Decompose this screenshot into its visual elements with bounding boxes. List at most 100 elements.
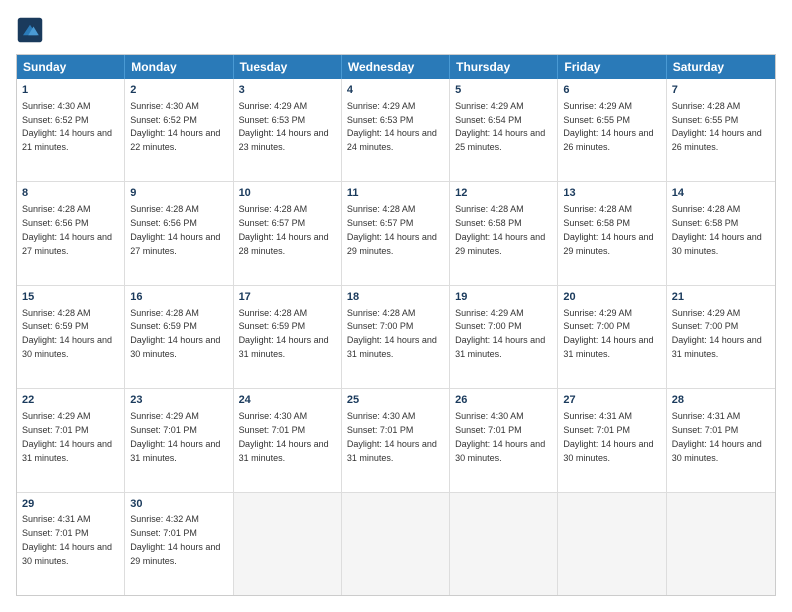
header — [16, 16, 776, 44]
cell-info: Sunrise: 4:28 AMSunset: 6:57 PMDaylight:… — [347, 204, 437, 255]
cell-info: Sunrise: 4:31 AMSunset: 7:01 PMDaylight:… — [672, 411, 762, 462]
calendar-cell: 25Sunrise: 4:30 AMSunset: 7:01 PMDayligh… — [342, 389, 450, 491]
calendar-cell-empty — [234, 493, 342, 595]
day-number: 13 — [563, 186, 660, 201]
calendar-cell: 14 Sunrise: 4:28 AMSunset: 6:58 PMDayligh… — [667, 182, 775, 284]
calendar-body: 1 Sunrise: 4:30 AMSunset: 6:52 PMDaylight… — [17, 79, 775, 595]
cell-info: Sunrise: 4:28 AMSunset: 6:56 PMDaylight:… — [130, 204, 220, 255]
calendar-row: 29 Sunrise: 4:31 AMSunset: 7:01 PMDayligh… — [17, 492, 775, 595]
calendar-cell: 11 Sunrise: 4:28 AMSunset: 6:57 PMDayligh… — [342, 182, 450, 284]
cell-info: Sunrise: 4:29 AMSunset: 6:55 PMDaylight:… — [563, 101, 653, 152]
calendar-cell: 28 Sunrise: 4:31 AMSunset: 7:01 PMDayligh… — [667, 389, 775, 491]
calendar-header-cell: Tuesday — [234, 55, 342, 79]
day-number: 4 — [347, 83, 444, 98]
day-number: 28 — [672, 393, 770, 408]
day-number: 22 — [22, 393, 119, 408]
calendar-cell: 18 Sunrise: 4:28 AMSunset: 7:00 PMDayligh… — [342, 286, 450, 388]
calendar-cell: 27 Sunrise: 4:31 AMSunset: 7:01 PMDayligh… — [558, 389, 666, 491]
cell-info: Sunrise: 4:29 AMSunset: 7:00 PMDaylight:… — [672, 308, 762, 359]
cell-info: Sunrise: 4:32 AMSunset: 7:01 PMDaylight:… — [130, 514, 220, 565]
cell-info: Sunrise: 4:29 AMSunset: 7:00 PMDaylight:… — [563, 308, 653, 359]
cell-info: Sunrise: 4:28 AMSunset: 6:59 PMDaylight:… — [130, 308, 220, 359]
day-number: 27 — [563, 393, 660, 408]
calendar-cell-empty — [667, 493, 775, 595]
day-number: 21 — [672, 290, 770, 305]
day-number: 30 — [130, 497, 227, 512]
calendar-row: 22 Sunrise: 4:29 AMSunset: 7:01 PMDayligh… — [17, 388, 775, 491]
calendar-cell: 20 Sunrise: 4:29 AMSunset: 7:00 PMDayligh… — [558, 286, 666, 388]
day-number: 8 — [22, 186, 119, 201]
calendar-header-cell: Friday — [558, 55, 666, 79]
calendar-row: 8 Sunrise: 4:28 AMSunset: 6:56 PMDaylight… — [17, 181, 775, 284]
cell-info: Sunrise: 4:29 AMSunset: 7:01 PMDaylight:… — [22, 411, 112, 462]
calendar-cell: 8 Sunrise: 4:28 AMSunset: 6:56 PMDaylight… — [17, 182, 125, 284]
cell-info: Sunrise: 4:28 AMSunset: 6:55 PMDaylight:… — [672, 101, 762, 152]
day-number: 18 — [347, 290, 444, 305]
logo-icon — [16, 16, 44, 44]
cell-info: Sunrise: 4:28 AMSunset: 6:56 PMDaylight:… — [22, 204, 112, 255]
calendar-header-cell: Saturday — [667, 55, 775, 79]
day-number: 11 — [347, 186, 444, 201]
calendar-cell: 23 Sunrise: 4:29 AMSunset: 7:01 PMDayligh… — [125, 389, 233, 491]
cell-info: Sunrise: 4:28 AMSunset: 6:58 PMDaylight:… — [672, 204, 762, 255]
calendar-row: 15 Sunrise: 4:28 AMSunset: 6:59 PMDayligh… — [17, 285, 775, 388]
calendar-cell-empty — [450, 493, 558, 595]
calendar-cell-empty — [558, 493, 666, 595]
calendar-cell: 3 Sunrise: 4:29 AMSunset: 6:53 PMDaylight… — [234, 79, 342, 181]
day-number: 20 — [563, 290, 660, 305]
day-number: 10 — [239, 186, 336, 201]
cell-info: Sunrise: 4:28 AMSunset: 6:59 PMDaylight:… — [22, 308, 112, 359]
calendar-cell: 22 Sunrise: 4:29 AMSunset: 7:01 PMDayligh… — [17, 389, 125, 491]
day-number: 26 — [455, 393, 552, 408]
calendar-cell: 4 Sunrise: 4:29 AMSunset: 6:53 PMDaylight… — [342, 79, 450, 181]
day-number: 6 — [563, 83, 660, 98]
calendar-cell: 12 Sunrise: 4:28 AMSunset: 6:58 PMDayligh… — [450, 182, 558, 284]
calendar-cell: 19 Sunrise: 4:29 AMSunset: 7:00 PMDayligh… — [450, 286, 558, 388]
calendar-cell: 29 Sunrise: 4:31 AMSunset: 7:01 PMDayligh… — [17, 493, 125, 595]
cell-info: Sunrise: 4:29 AMSunset: 6:53 PMDaylight:… — [347, 101, 437, 152]
page: SundayMondayTuesdayWednesdayThursdayFrid… — [0, 0, 792, 612]
day-number: 24 — [239, 393, 336, 408]
cell-info: Sunrise: 4:28 AMSunset: 6:58 PMDaylight:… — [563, 204, 653, 255]
day-number: 2 — [130, 83, 227, 98]
day-number: 19 — [455, 290, 552, 305]
calendar-cell: 2 Sunrise: 4:30 AMSunset: 6:52 PMDaylight… — [125, 79, 233, 181]
day-number: 23 — [130, 393, 227, 408]
day-number: 17 — [239, 290, 336, 305]
calendar-row: 1 Sunrise: 4:30 AMSunset: 6:52 PMDaylight… — [17, 79, 775, 181]
calendar-cell: 6 Sunrise: 4:29 AMSunset: 6:55 PMDaylight… — [558, 79, 666, 181]
day-number: 3 — [239, 83, 336, 98]
cell-info: Sunrise: 4:30 AMSunset: 7:01 PMDaylight:… — [455, 411, 545, 462]
cell-info: Sunrise: 4:31 AMSunset: 7:01 PMDaylight:… — [563, 411, 653, 462]
calendar-cell: 16Sunrise: 4:28 AMSunset: 6:59 PMDayligh… — [125, 286, 233, 388]
cell-info: Sunrise: 4:31 AMSunset: 7:01 PMDaylight:… — [22, 514, 112, 565]
calendar-cell-empty — [342, 493, 450, 595]
calendar-header-cell: Wednesday — [342, 55, 450, 79]
calendar-cell: 7 Sunrise: 4:28 AMSunset: 6:55 PMDaylight… — [667, 79, 775, 181]
cell-info: Sunrise: 4:30 AMSunset: 7:01 PMDaylight:… — [239, 411, 329, 462]
calendar-header: SundayMondayTuesdayWednesdayThursdayFrid… — [17, 55, 775, 79]
calendar-cell: 13 Sunrise: 4:28 AMSunset: 6:58 PMDayligh… — [558, 182, 666, 284]
day-number: 25 — [347, 393, 444, 408]
calendar-cell: 10 Sunrise: 4:28 AMSunset: 6:57 PMDayligh… — [234, 182, 342, 284]
cell-info: Sunrise: 4:28 AMSunset: 7:00 PMDaylight:… — [347, 308, 437, 359]
day-number: 15 — [22, 290, 119, 305]
day-number: 7 — [672, 83, 770, 98]
cell-info: Sunrise: 4:29 AMSunset: 7:01 PMDaylight:… — [130, 411, 220, 462]
day-number: 29 — [22, 497, 119, 512]
cell-info: Sunrise: 4:28 AMSunset: 6:58 PMDaylight:… — [455, 204, 545, 255]
calendar-cell: 26 Sunrise: 4:30 AMSunset: 7:01 PMDayligh… — [450, 389, 558, 491]
cell-info: Sunrise: 4:29 AMSunset: 6:54 PMDaylight:… — [455, 101, 545, 152]
calendar-cell: 30 Sunrise: 4:32 AMSunset: 7:01 PMDayligh… — [125, 493, 233, 595]
cell-info: Sunrise: 4:28 AMSunset: 6:57 PMDaylight:… — [239, 204, 329, 255]
calendar: SundayMondayTuesdayWednesdayThursdayFrid… — [16, 54, 776, 596]
day-number: 12 — [455, 186, 552, 201]
day-number: 1 — [22, 83, 119, 98]
cell-info: Sunrise: 4:29 AMSunset: 7:00 PMDaylight:… — [455, 308, 545, 359]
day-number: 9 — [130, 186, 227, 201]
cell-info: Sunrise: 4:30 AMSunset: 6:52 PMDaylight:… — [130, 101, 220, 152]
day-number: 14 — [672, 186, 770, 201]
calendar-cell: 1Sunrise: 4:30 AMSunset: 6:52 PMDaylight… — [17, 79, 125, 181]
calendar-cell: 15 Sunrise: 4:28 AMSunset: 6:59 PMDayligh… — [17, 286, 125, 388]
cell-info: Sunrise: 4:29 AMSunset: 6:53 PMDaylight:… — [239, 101, 329, 152]
